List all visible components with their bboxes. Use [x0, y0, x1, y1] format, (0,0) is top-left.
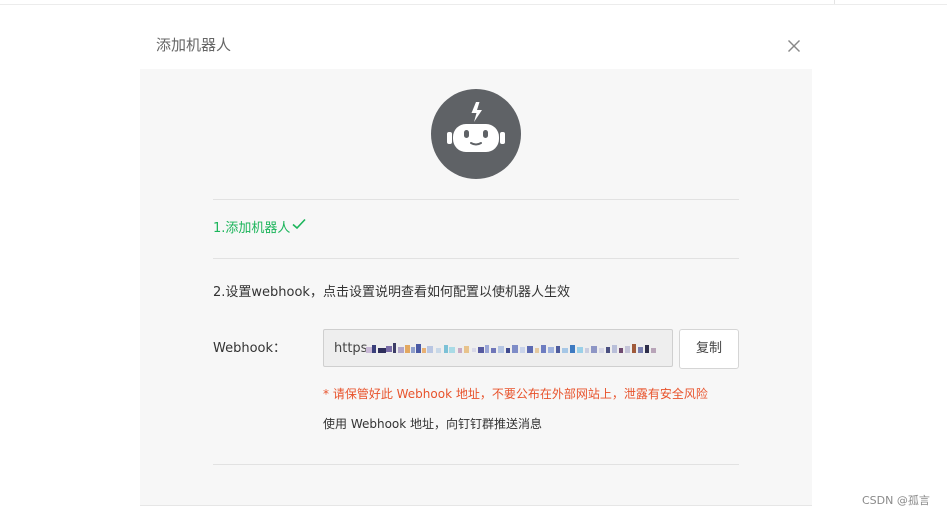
obscured-url-pixels [366, 343, 656, 353]
divider-middle [213, 258, 739, 259]
step1: 1.添加机器人 [213, 218, 306, 238]
divider-top [213, 199, 739, 200]
step1-label: 1.添加机器人 [213, 221, 291, 236]
copy-button[interactable]: 复制 [679, 329, 739, 369]
checkmark-icon [292, 218, 306, 236]
dialog-bottom-line [140, 505, 812, 506]
security-warning: * 请保管好此 Webhook 地址，不要公布在外部网站上，泄露有安全风险 [323, 387, 708, 401]
top-divider [0, 4, 947, 5]
step2-label: 2.设置webhook，点击设置说明查看如何配置以使机器人生效 [213, 285, 570, 300]
robot-icon [431, 89, 521, 179]
webhook-field[interactable]: https [323, 329, 673, 367]
usage-hint: 使用 Webhook 地址，向钉钉群推送消息 [323, 417, 543, 431]
page: 添加机器人 1.添加机器人 2.设置webhook，点击设置说明查看如何配置以使… [0, 0, 947, 517]
top-tick-mark [834, 0, 835, 4]
dialog-body: 1.添加机器人 2.设置webhook，点击设置说明查看如何配置以使机器人生效 … [140, 69, 812, 506]
webhook-label: Webhook： [213, 341, 287, 356]
divider-bottom [213, 464, 739, 465]
close-icon[interactable] [785, 37, 803, 55]
csdn-watermark: CSDN @孤言 [862, 494, 930, 507]
dialog-title: 添加机器人 [156, 36, 232, 54]
